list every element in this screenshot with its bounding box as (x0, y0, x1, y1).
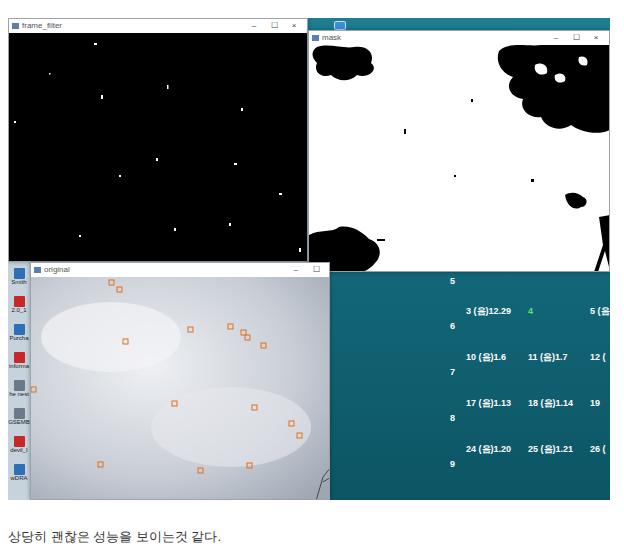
window-icon (34, 267, 41, 273)
calendar-day[interactable]: 25 (음)1.21 (528, 443, 590, 457)
calendar-day[interactable]: 17 (음)1.13 (466, 397, 528, 411)
week-number: 5 (450, 274, 610, 289)
desktop-icon[interactable]: devil_I (8, 436, 30, 454)
window-title: frame_filter (22, 20, 244, 32)
calendar-day[interactable]: 26 ( (590, 443, 610, 457)
window-control[interactable]: ☐ (264, 20, 284, 32)
calendar-day[interactable]: 11 (음)1.7 (528, 351, 590, 365)
week-number: 6 (450, 319, 610, 334)
calendar-days: 17 (음)1.1318 (음)1.1419 (450, 396, 610, 411)
calendar-day[interactable]: 24 (음)1.20 (466, 443, 528, 457)
title-bar[interactable]: original–☐ (31, 263, 329, 277)
file-icon (14, 436, 25, 447)
caption: 상당히 괜찮은 성능을 보이는것 같다. (8, 527, 221, 547)
window-content (31, 277, 329, 499)
desktop-icon-label: he nest (9, 391, 29, 398)
calendar-day[interactable]: 4 (528, 305, 590, 319)
desktop-icon-label: GSEMB (8, 419, 30, 426)
desktop-icon[interactable]: Smith (8, 268, 30, 286)
file-icon (14, 268, 25, 279)
calendar-days: 10 (음)1.611 (음)1.712 ( (450, 350, 610, 365)
calendar-day[interactable]: 3 (음)12.29 (466, 305, 528, 319)
calendar-week: 10 (음)1.611 (음)1.712 (7 (450, 350, 610, 396)
window-control[interactable]: – (546, 32, 566, 44)
desktop-icon-label: devil_I (10, 447, 27, 454)
desktop-icon[interactable]: he nest (8, 380, 30, 398)
desktop-icon-label: 2.0_1 (11, 307, 26, 314)
calendar-week: 24 (음)1.2025 (음)1.2126 (9 (450, 442, 610, 488)
calendar-day[interactable]: 12 ( (590, 351, 610, 365)
week-number: 7 (450, 365, 610, 380)
calendar-week: 17 (음)1.1318 (음)1.14198 (450, 396, 610, 442)
file-icon (14, 464, 25, 475)
desktop-icon[interactable]: GSEMB (8, 408, 30, 426)
window-title: original (44, 264, 286, 276)
window-icon (12, 23, 19, 29)
calendar: 53 (음)12.2945 (음610 (음)1.611 (음)1.712 (7… (450, 274, 610, 488)
desktop-icon[interactable]: informa (8, 352, 30, 370)
window-control[interactable]: – (244, 20, 264, 32)
desktop-icon-label: wDRA (10, 475, 27, 482)
desktop: Smith 2.0_1 Purcha informa he nest GSEMB devil… (8, 18, 610, 500)
calendar-day[interactable]: 18 (음)1.14 (528, 397, 590, 411)
calendar-week: 5 (450, 274, 610, 304)
window-title: mask (322, 32, 546, 44)
file-icon (14, 296, 25, 307)
window-control[interactable]: – (286, 264, 306, 276)
window[interactable]: original–☐ (30, 262, 330, 500)
window-control[interactable]: ☐ (566, 32, 586, 44)
window-content (9, 33, 307, 261)
desktop-icon[interactable]: 2.0_1 (8, 296, 30, 314)
calendar-days: 3 (음)12.2945 (음 (450, 304, 610, 319)
window-content (309, 45, 609, 271)
desktop-icon-label: Smith (11, 279, 26, 286)
week-number: 9 (450, 457, 610, 472)
file-icon (14, 408, 25, 419)
calendar-days: 24 (음)1.2025 (음)1.2126 ( (450, 442, 610, 457)
file-icon (14, 324, 25, 335)
calendar-day[interactable]: 5 (음 (590, 305, 610, 319)
window-control[interactable]: × (586, 32, 606, 44)
window-control[interactable]: ☐ (306, 264, 326, 276)
desktop-icon[interactable]: wDRA (8, 464, 30, 482)
file-icon (14, 352, 25, 363)
calendar-week: 3 (음)12.2945 (음6 (450, 304, 610, 350)
title-bar[interactable]: frame_filter–☐× (9, 19, 307, 33)
window-icon (312, 35, 319, 41)
window-control[interactable]: × (284, 20, 304, 32)
window[interactable]: frame_filter–☐× (8, 18, 308, 262)
window[interactable]: mask–☐× (308, 30, 610, 272)
file-icon (14, 380, 25, 391)
app-icon[interactable] (334, 21, 346, 30)
desktop-icon[interactable]: Purcha (8, 324, 30, 342)
calendar-day[interactable]: 10 (음)1.6 (466, 351, 528, 365)
desktop-icon-label: informa (9, 363, 29, 370)
week-number: 8 (450, 411, 610, 426)
title-bar[interactable]: mask–☐× (309, 31, 609, 45)
calendar-day[interactable]: 19 (590, 397, 610, 411)
desktop-icon-label: Purcha (9, 335, 28, 342)
desktop-icons: Smith 2.0_1 Purcha informa he nest GSEMB devil… (8, 262, 30, 500)
